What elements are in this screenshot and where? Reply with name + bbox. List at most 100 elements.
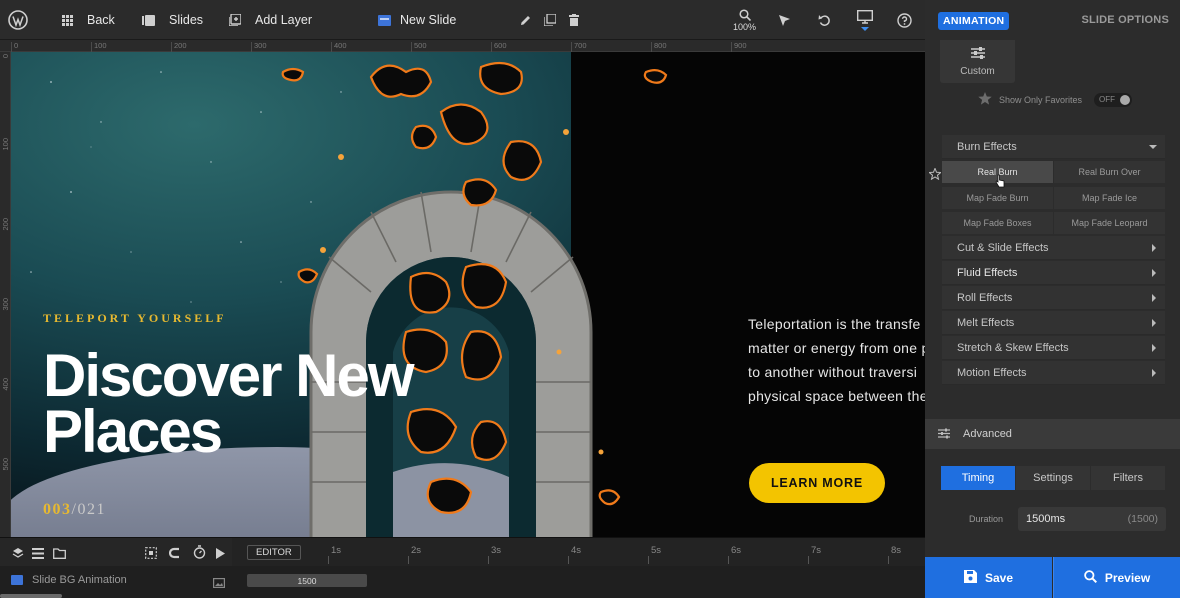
layer-name: Slide BG Animation bbox=[32, 574, 127, 586]
current-slide-selector[interactable]: New Slide bbox=[378, 0, 456, 40]
subtab-filters[interactable]: Filters bbox=[1091, 466, 1165, 490]
magnifier-icon bbox=[1084, 569, 1097, 586]
slide-eyebrow-text[interactable]: TELEPORT YOURSELF bbox=[43, 311, 227, 326]
advanced-section-header[interactable]: Advanced bbox=[925, 419, 1180, 449]
grid-icon bbox=[62, 14, 73, 26]
category-motion-effects[interactable]: Motion Effects bbox=[942, 361, 1165, 385]
slides-button[interactable]: Slides bbox=[142, 0, 203, 40]
timeline-tick bbox=[808, 556, 809, 564]
favorite-star-icon[interactable] bbox=[927, 167, 943, 185]
category-stretch-skew-effects[interactable]: Stretch & Skew Effects bbox=[942, 336, 1165, 360]
tab-animation[interactable]: ANIMATION bbox=[938, 12, 1010, 30]
add-layer-icon bbox=[229, 14, 241, 26]
list-icon[interactable] bbox=[32, 546, 44, 564]
timeline-tick bbox=[408, 556, 409, 564]
chevron-down-icon bbox=[1149, 145, 1157, 149]
floppy-disk-icon bbox=[963, 569, 977, 586]
category-label: Cut & Slide Effects bbox=[957, 241, 1049, 254]
pencil-icon bbox=[520, 15, 531, 26]
effect-map-fade-boxes[interactable]: Map Fade Boxes bbox=[942, 212, 1053, 234]
save-button[interactable]: Save bbox=[925, 557, 1052, 598]
advanced-label: Advanced bbox=[963, 428, 1012, 440]
ruler-tick bbox=[571, 42, 572, 52]
custom-label: Custom bbox=[960, 66, 995, 77]
favorites-filter: Show Only Favorites OFF bbox=[978, 92, 1133, 107]
folder-icon[interactable] bbox=[53, 546, 66, 564]
tab-slide-options[interactable]: SLIDE OPTIONS bbox=[1081, 14, 1169, 26]
magnifier-icon bbox=[738, 8, 751, 21]
stopwatch-icon[interactable] bbox=[193, 545, 206, 564]
subtab-timing[interactable]: Timing bbox=[941, 466, 1015, 490]
timeline-ruler[interactable]: EDITOR 1s 2s 3s 4s 5s 6s 7s 8s bbox=[232, 538, 925, 566]
chevron-right-icon bbox=[1152, 244, 1156, 252]
ruler-label: 300 bbox=[254, 41, 267, 50]
undo-button[interactable] bbox=[818, 0, 831, 40]
preview-button[interactable]: Preview bbox=[1053, 557, 1180, 598]
effect-map-fade-leopard[interactable]: Map Fade Leopard bbox=[1054, 212, 1165, 234]
mouse-pointer-icon bbox=[995, 174, 1005, 193]
duplicate-slide-button[interactable] bbox=[544, 0, 556, 40]
add-layer-button[interactable]: Add Layer bbox=[229, 0, 312, 40]
help-button[interactable] bbox=[897, 0, 912, 40]
slide-body-text[interactable]: Teleportation is the transfe matter or e… bbox=[748, 312, 925, 408]
timeline-scrollbar[interactable] bbox=[0, 594, 62, 598]
zoom-control[interactable]: 100% bbox=[733, 0, 756, 40]
category-roll-effects[interactable]: Roll Effects bbox=[942, 286, 1165, 310]
category-melt-effects[interactable]: Melt Effects bbox=[942, 311, 1165, 335]
star-icon[interactable] bbox=[978, 92, 992, 107]
category-cut-slide-effects[interactable]: Cut & Slide Effects bbox=[942, 236, 1165, 260]
timeline-tick bbox=[568, 556, 569, 564]
wordpress-logo-icon[interactable] bbox=[8, 0, 30, 40]
copy-icon bbox=[544, 14, 556, 26]
slide-counter[interactable]: 003/021 bbox=[43, 501, 106, 519]
edit-slide-button[interactable] bbox=[520, 0, 531, 40]
toggle-state: OFF bbox=[1099, 95, 1116, 104]
timeline-layer-row[interactable]: Slide BG Animation 1500 bbox=[0, 566, 925, 598]
back-button[interactable]: Back bbox=[62, 0, 115, 40]
favorites-toggle[interactable]: OFF bbox=[1094, 92, 1133, 107]
duration-input[interactable]: 1500ms (1500) bbox=[1018, 507, 1166, 531]
effect-map-fade-ice[interactable]: Map Fade Ice bbox=[1054, 187, 1165, 209]
slide-bg-icon bbox=[11, 575, 23, 585]
ruler-tick bbox=[11, 42, 12, 52]
category-label: Roll Effects bbox=[957, 291, 1013, 304]
magnet-icon[interactable] bbox=[168, 546, 181, 564]
ruler-label: 100 bbox=[94, 41, 107, 50]
monitor-icon bbox=[857, 9, 873, 24]
help-icon bbox=[897, 12, 912, 28]
ruler-label: 0 bbox=[14, 41, 19, 50]
ruler-label: 700 bbox=[574, 41, 587, 50]
category-label: Melt Effects bbox=[957, 316, 1015, 329]
image-icon[interactable] bbox=[213, 575, 226, 593]
timeline-tick bbox=[648, 556, 649, 564]
vertical-ruler: 0 100 200 300 400 500 bbox=[0, 52, 11, 537]
timeline-tick bbox=[728, 556, 729, 564]
effect-real-burn-over[interactable]: Real Burn Over bbox=[1054, 161, 1165, 183]
delete-slide-button[interactable] bbox=[569, 0, 579, 40]
settings-panel: ANIMATION SLIDE OPTIONS Custom Show Only… bbox=[925, 0, 1180, 598]
chevron-right-icon bbox=[1152, 319, 1156, 327]
learn-more-button[interactable]: LEARN MORE bbox=[749, 463, 885, 503]
ruler-tick bbox=[171, 42, 172, 52]
select-tool-button[interactable] bbox=[778, 0, 791, 40]
ruler-tick bbox=[491, 42, 492, 52]
selection-icon[interactable] bbox=[145, 546, 157, 564]
custom-animation-button[interactable]: Custom bbox=[940, 40, 1015, 83]
ruler-tick bbox=[91, 42, 92, 52]
animation-duration-bar[interactable]: 1500 bbox=[247, 574, 367, 587]
slide-name: New Slide bbox=[400, 13, 457, 27]
category-fluid-effects[interactable]: Fluid Effects bbox=[942, 261, 1165, 285]
desktop-view-button[interactable] bbox=[857, 0, 873, 40]
sliders-icon bbox=[970, 46, 986, 63]
slide-headline[interactable]: Discover New Places bbox=[43, 346, 423, 462]
ruler-label: 500 bbox=[414, 41, 427, 50]
slide-canvas[interactable]: TELEPORT YOURSELF Discover New Places 00… bbox=[11, 52, 925, 537]
editor-tag[interactable]: EDITOR bbox=[247, 545, 301, 560]
active-indicator-icon bbox=[861, 26, 869, 31]
play-icon[interactable] bbox=[216, 546, 225, 564]
layers-icon[interactable] bbox=[12, 546, 24, 564]
ruler-label: 900 bbox=[734, 41, 747, 50]
category-burn-effects[interactable]: Burn Effects bbox=[942, 135, 1165, 159]
subtab-settings[interactable]: Settings bbox=[1016, 466, 1090, 490]
ruler-label: 800 bbox=[654, 41, 667, 50]
